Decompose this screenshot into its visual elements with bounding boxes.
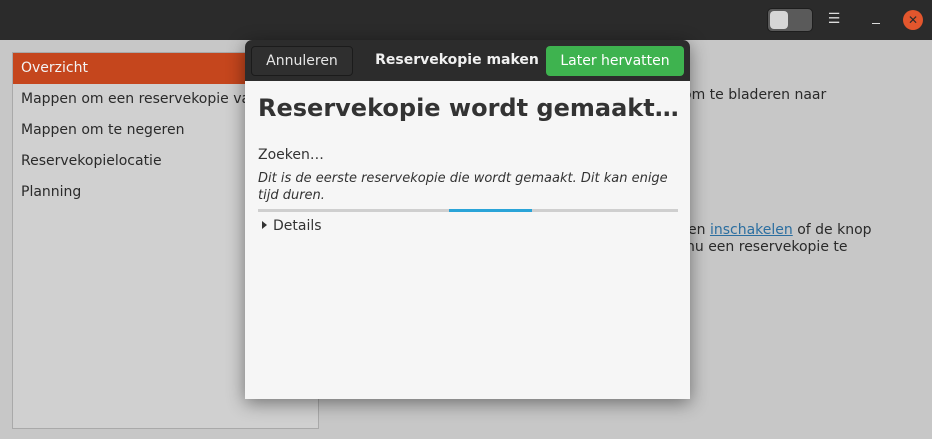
- progress-fill: [449, 209, 532, 212]
- dialog-heading: Reservekopie wordt gemaakt…: [258, 94, 679, 122]
- cancel-button[interactable]: Annuleren: [251, 46, 353, 76]
- background-text-line2: en inschakelen of de knop: [688, 222, 872, 238]
- minimize-icon[interactable]: [868, 8, 884, 30]
- toggle-knob: [770, 11, 788, 29]
- details-expander[interactable]: Details: [262, 218, 322, 234]
- expander-arrow-icon: [262, 221, 267, 229]
- toggle-switch[interactable]: [767, 8, 813, 32]
- details-label: Details: [273, 218, 322, 234]
- hamburger-menu-icon[interactable]: ☰: [826, 9, 842, 29]
- info-note: Dit is de eerste reservekopie die wordt …: [258, 171, 668, 203]
- progress-bar: [258, 209, 678, 212]
- main-window-headerbar: ☰ ✕: [0, 0, 932, 40]
- backup-dialog: Annuleren Reservekopie maken Later herva…: [245, 40, 690, 399]
- background-text-prefix: en: [688, 222, 706, 238]
- enable-link[interactable]: inschakelen: [710, 222, 793, 238]
- status-text: Zoeken…: [258, 147, 324, 163]
- dialog-title: Reservekopie maken: [375, 52, 539, 68]
- dialog-headerbar: Annuleren Reservekopie maken Later herva…: [245, 40, 690, 81]
- background-text-suffix: of de knop: [797, 222, 872, 238]
- resume-later-button[interactable]: Later hervatten: [546, 46, 684, 76]
- close-icon[interactable]: ✕: [903, 10, 923, 30]
- background-text-line1: om te bladeren naar: [683, 87, 827, 103]
- background-text-line3: nu een reservekopie te: [686, 239, 848, 255]
